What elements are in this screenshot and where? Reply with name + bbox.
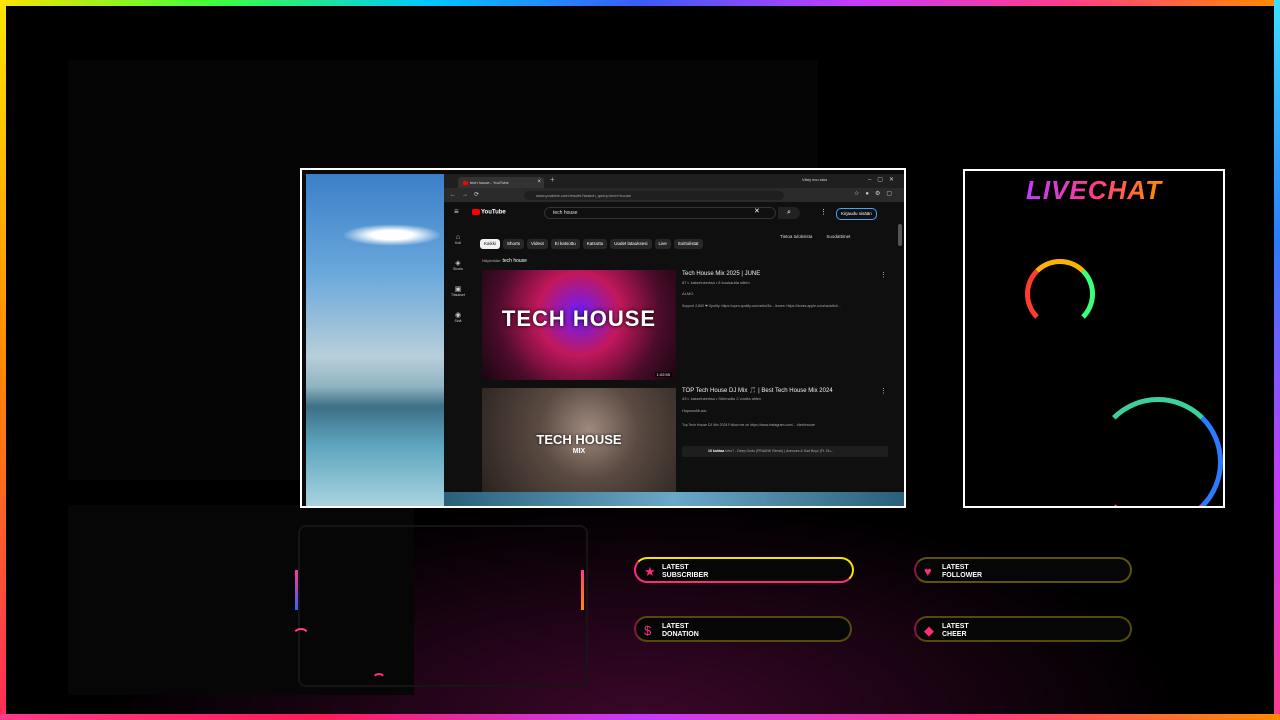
- rainbow-border-right: [1274, 0, 1280, 720]
- rainbow-border-bottom: [0, 714, 1280, 720]
- rainbow-border-top: [0, 0, 1280, 720]
- rainbow-border-left: [0, 0, 6, 720]
